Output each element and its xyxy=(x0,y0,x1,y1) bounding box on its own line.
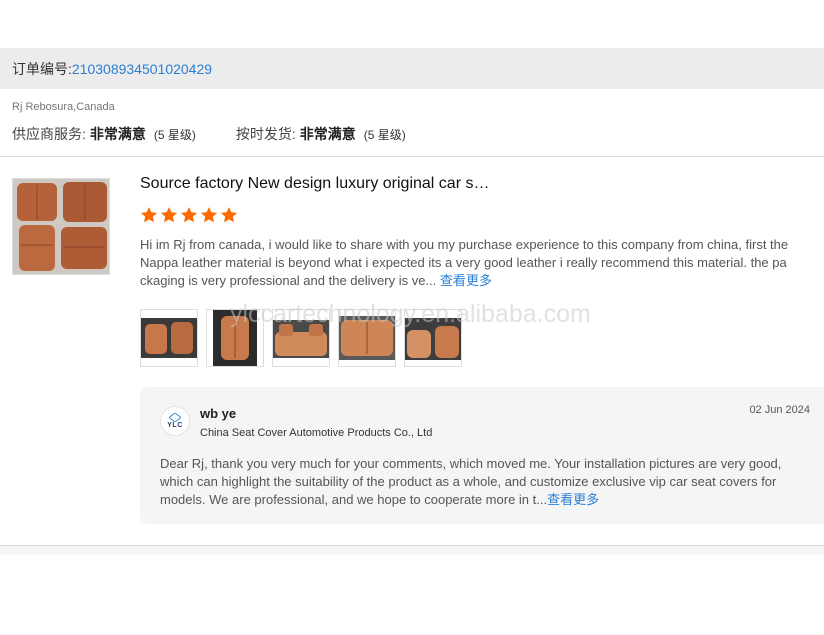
review-text: Hi im Rj from canada, i would like to sh… xyxy=(140,236,792,290)
supplier-logo: YLC xyxy=(160,406,190,436)
car-seat-photo-icon xyxy=(141,310,197,366)
seat-cover-product-image xyxy=(13,179,109,274)
star-icon xyxy=(180,207,198,223)
review-photo[interactable] xyxy=(272,309,330,367)
rating-label: 按时发货: xyxy=(235,126,296,142)
review-photos xyxy=(140,309,462,367)
rating-value: 非常满意 xyxy=(89,126,146,142)
order-number-label: 订单编号: xyxy=(12,60,72,77)
product-thumbnail[interactable] xyxy=(12,178,110,275)
reply-body: Dear Rj, thank you very much for your co… xyxy=(160,456,782,507)
rating-on-time-delivery: 按时发货: 非常满意 (5 星级) xyxy=(236,124,406,144)
order-number-link[interactable]: 210308934501020429 xyxy=(72,61,212,77)
supplier-logo-text: YLC xyxy=(167,421,183,429)
rating-label: 供应商服务: xyxy=(12,126,86,142)
reply-date: 02 Jun 2024 xyxy=(749,404,810,416)
car-seat-photo-icon xyxy=(405,310,461,366)
order-number-bar: 订单编号: 210308934501020429 xyxy=(0,48,824,89)
car-seat-photo-icon xyxy=(273,310,329,366)
rating-level: (5 星级) xyxy=(363,128,406,142)
review-photo[interactable] xyxy=(338,309,396,367)
rating-level: (5 星级) xyxy=(153,128,196,142)
supplier-ratings: 供应商服务: 非常满意 (5 星级) 按时发货: 非常满意 (5 星级) xyxy=(12,124,406,144)
review-see-more-link[interactable]: 查看更多 xyxy=(440,273,492,288)
section-divider xyxy=(0,545,824,555)
star-icon xyxy=(140,207,158,223)
reply-company-name: China Seat Cover Automotive Products Co.… xyxy=(200,427,433,439)
reply-see-more-link[interactable]: 查看更多 xyxy=(547,492,599,507)
reply-text: Dear Rj, thank you very much for your co… xyxy=(160,455,814,509)
review-photo[interactable] xyxy=(140,309,198,367)
review-star-rating xyxy=(140,206,238,224)
star-icon xyxy=(220,207,238,223)
car-seat-photo-icon xyxy=(207,310,263,366)
section-divider xyxy=(0,156,824,157)
star-icon xyxy=(200,207,218,223)
product-title-link[interactable]: Source factory New design luxury origina… xyxy=(140,175,489,193)
reply-author-name: wb ye xyxy=(200,406,237,421)
review-photo[interactable] xyxy=(206,309,264,367)
ylc-logo-icon xyxy=(169,412,181,422)
star-icon xyxy=(160,207,178,223)
supplier-reply: YLC wb ye China Seat Cover Automotive Pr… xyxy=(140,387,824,524)
rating-supplier-service: 供应商服务: 非常满意 (5 星级) xyxy=(12,124,196,144)
rating-value: 非常满意 xyxy=(299,126,356,142)
review-photo[interactable] xyxy=(404,309,462,367)
car-seat-photo-icon xyxy=(339,310,395,366)
buyer-name-location: Rj Rebosura,Canada xyxy=(12,101,115,113)
